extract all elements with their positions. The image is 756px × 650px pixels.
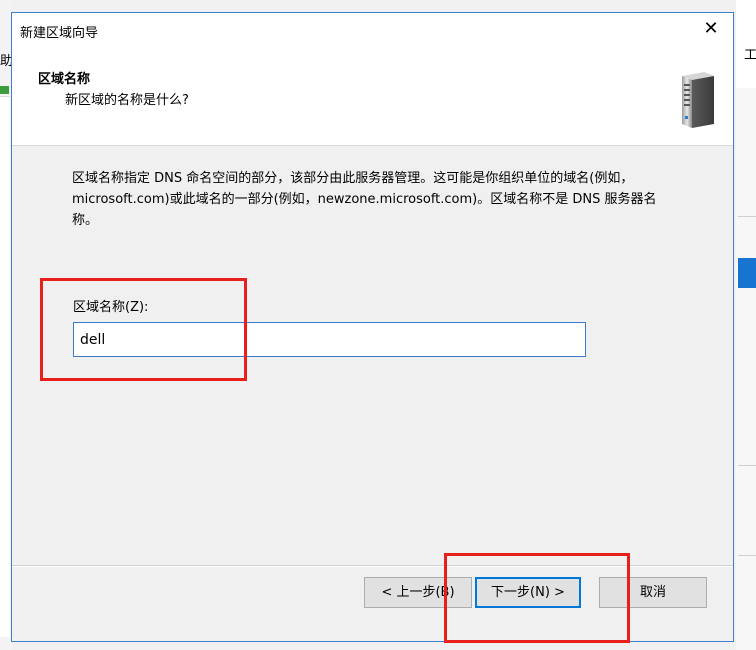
background-window-right — [736, 0, 756, 650]
close-button[interactable]: ✕ — [689, 13, 733, 44]
zone-name-description: 区域名称指定 DNS 命名空间的部分，该部分由此服务器管理。这可能是你组织单位的… — [72, 171, 657, 228]
background-left-pane — [0, 96, 10, 637]
zone-name-input[interactable] — [73, 322, 586, 357]
next-button[interactable]: 下一步(N) > — [475, 577, 581, 608]
close-icon: ✕ — [703, 18, 719, 39]
background-divider — [738, 465, 756, 466]
background-tree-icon — [0, 86, 9, 94]
background-divider — [738, 216, 756, 217]
dialog-title: 新建区域向导 — [20, 26, 99, 41]
dialog-titlebar[interactable]: 新建区域向导 ✕ — [12, 13, 733, 44]
server-icon — [682, 72, 714, 128]
page-title: 区域名称 — [38, 72, 91, 87]
zone-name-label: 区域名称(Z): — [73, 300, 149, 315]
wizard-header: 区域名称 新区域的名称是什么? — [12, 44, 733, 146]
cancel-button[interactable]: 取消 — [599, 577, 707, 608]
wizard-content: 区域名称指定 DNS 命名空间的部分，该部分由此服务器管理。这可能是你组织单位的… — [12, 146, 733, 562]
background-divider — [738, 555, 756, 556]
background-right-text: 工 — [744, 48, 756, 63]
background-selected-item[interactable] — [738, 258, 756, 288]
page-subtitle: 新区域的名称是什么? — [65, 93, 189, 108]
new-zone-wizard-dialog: 新建区域向导 ✕ 区域名称 新区域的名称是什么? 区域名称指定 DNS 命名空间… — [11, 12, 734, 642]
back-button[interactable]: < 上一步(B) — [364, 577, 472, 608]
footer-divider-highlight — [12, 566, 733, 567]
